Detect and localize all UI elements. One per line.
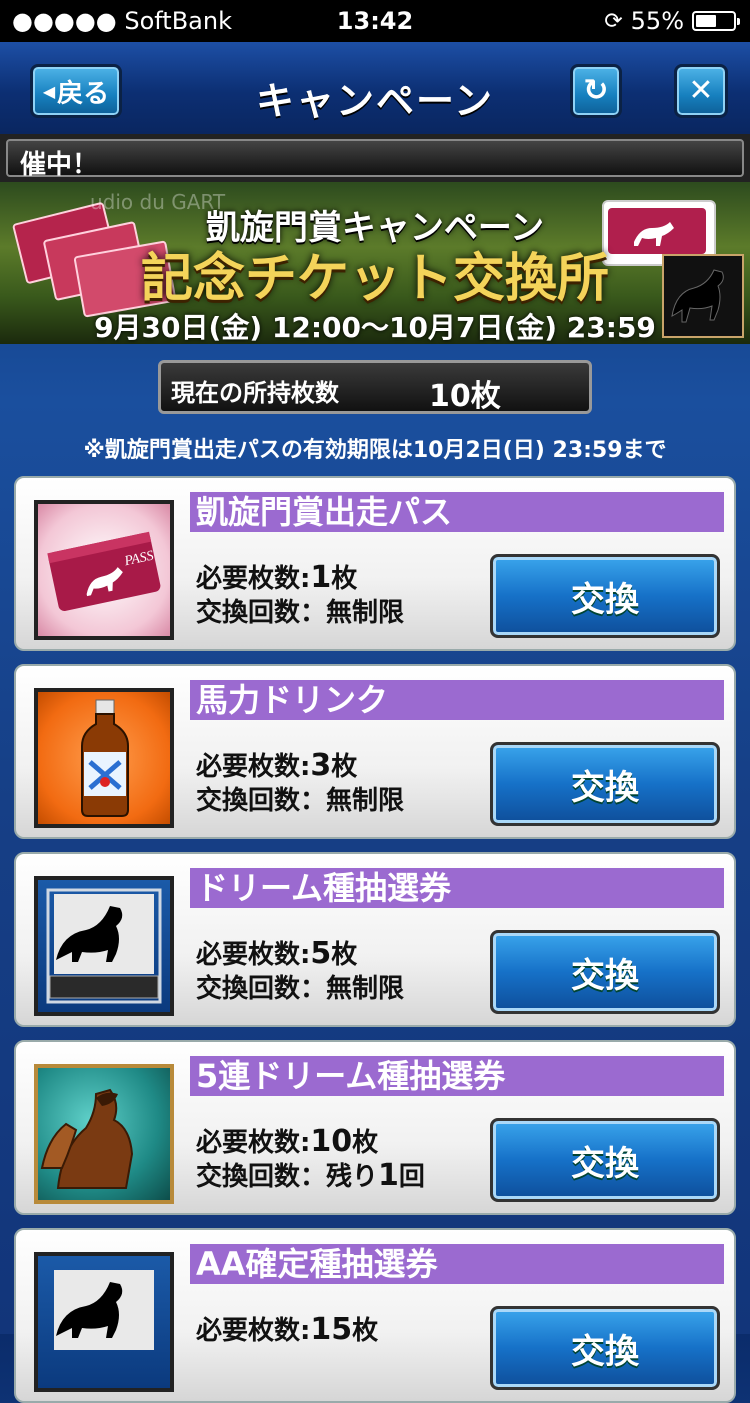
required-tickets: 必要枚数:1枚: [196, 560, 358, 595]
expiry-notice: ※凱旋門賞出走パスの有効期限は10月2日(日) 23:59まで: [83, 438, 667, 463]
close-button[interactable]: ✕: [674, 64, 728, 118]
item-name: AA確定種抽選券: [190, 1244, 724, 1284]
ticker-text: 催中！: [20, 150, 99, 180]
ticker-bar: [6, 139, 744, 177]
battery-percent: 55%: [630, 7, 684, 35]
exchange-limit: 交換回数：残り1回: [196, 1158, 425, 1193]
exchange-item: 5連ドリーム種抽選券 必要枚数:10枚 交換回数：残り1回 交換: [14, 1040, 736, 1215]
campaign-banner[interactable]: udio du GART 凱旋門賞キャンペーン 記念チケット交換所 9月30日(…: [0, 182, 750, 344]
horses-x5-icon: [34, 1064, 174, 1204]
banner-title: 記念チケット交換所: [140, 249, 609, 309]
item-name: 5連ドリーム種抽選券: [190, 1056, 724, 1096]
required-tickets: 必要枚数:15枚: [196, 1312, 379, 1347]
aa-horse-icon: [34, 1252, 174, 1392]
exchange-button[interactable]: 交換: [490, 742, 720, 826]
status-right: ⟳ 55%: [604, 7, 740, 35]
required-tickets: 必要枚数:3枚: [196, 748, 358, 783]
required-tickets: 必要枚数:5枚: [196, 936, 358, 971]
ticket-count-box: 現在の所持枚数 10枚: [158, 360, 592, 414]
exchange-button[interactable]: 交換: [490, 930, 720, 1014]
refresh-button[interactable]: ↻: [570, 64, 622, 118]
required-tickets: 必要枚数:10枚: [196, 1124, 379, 1159]
banner-period: 9月30日(金) 12:00〜10月7日(金) 23:59: [94, 311, 656, 344]
refresh-icon: ↻: [583, 73, 609, 108]
item-name: ドリーム種抽選券: [190, 868, 724, 908]
exchange-item: AA確定種抽選券 必要枚数:15枚 交換: [14, 1228, 736, 1403]
exchange-button[interactable]: 交換: [490, 1306, 720, 1390]
status-bar: ●●●●● SoftBank 13:42 ⟳ 55%: [0, 0, 750, 42]
battery-icon: [692, 11, 740, 31]
energy-drink-icon: [34, 688, 174, 828]
exchange-item: ドリーム種抽選券 必要枚数:5枚 交換回数：無制限 交換: [14, 852, 736, 1027]
header: ◀ 戻る キャンペーン ↻ ✕: [0, 42, 750, 137]
exchange-limit: 交換回数：無制限: [196, 598, 405, 628]
exchange-item: 馬力ドリンク 必要枚数:3枚 交換回数：無制限 交換: [14, 664, 736, 839]
exchange-button[interactable]: 交換: [490, 554, 720, 638]
dream-horse-icon: [34, 876, 174, 1016]
exchange-button[interactable]: 交換: [490, 1118, 720, 1202]
exchange-limit: 交換回数：無制限: [196, 974, 405, 1004]
close-icon: ✕: [688, 73, 714, 108]
ticket-count-label: 現在の所持枚数: [171, 379, 339, 407]
exchange-limit: 交換回数：無制限: [196, 786, 405, 816]
page-title: キャンペーン: [255, 79, 495, 123]
item-name: 凱旋門賞出走パス: [190, 492, 724, 532]
ticket-count-value: 10枚: [429, 379, 501, 414]
pass-ticket-icon: PASS: [34, 500, 174, 640]
news-ticker: 催中！: [0, 134, 750, 182]
exchange-item: PASS 凱旋門賞出走パス 必要枚数:1枚 交換回数：無制限 交換: [14, 476, 736, 651]
item-name: 馬力ドリンク: [190, 680, 724, 720]
lock-rotation-icon: ⟳: [604, 8, 623, 34]
